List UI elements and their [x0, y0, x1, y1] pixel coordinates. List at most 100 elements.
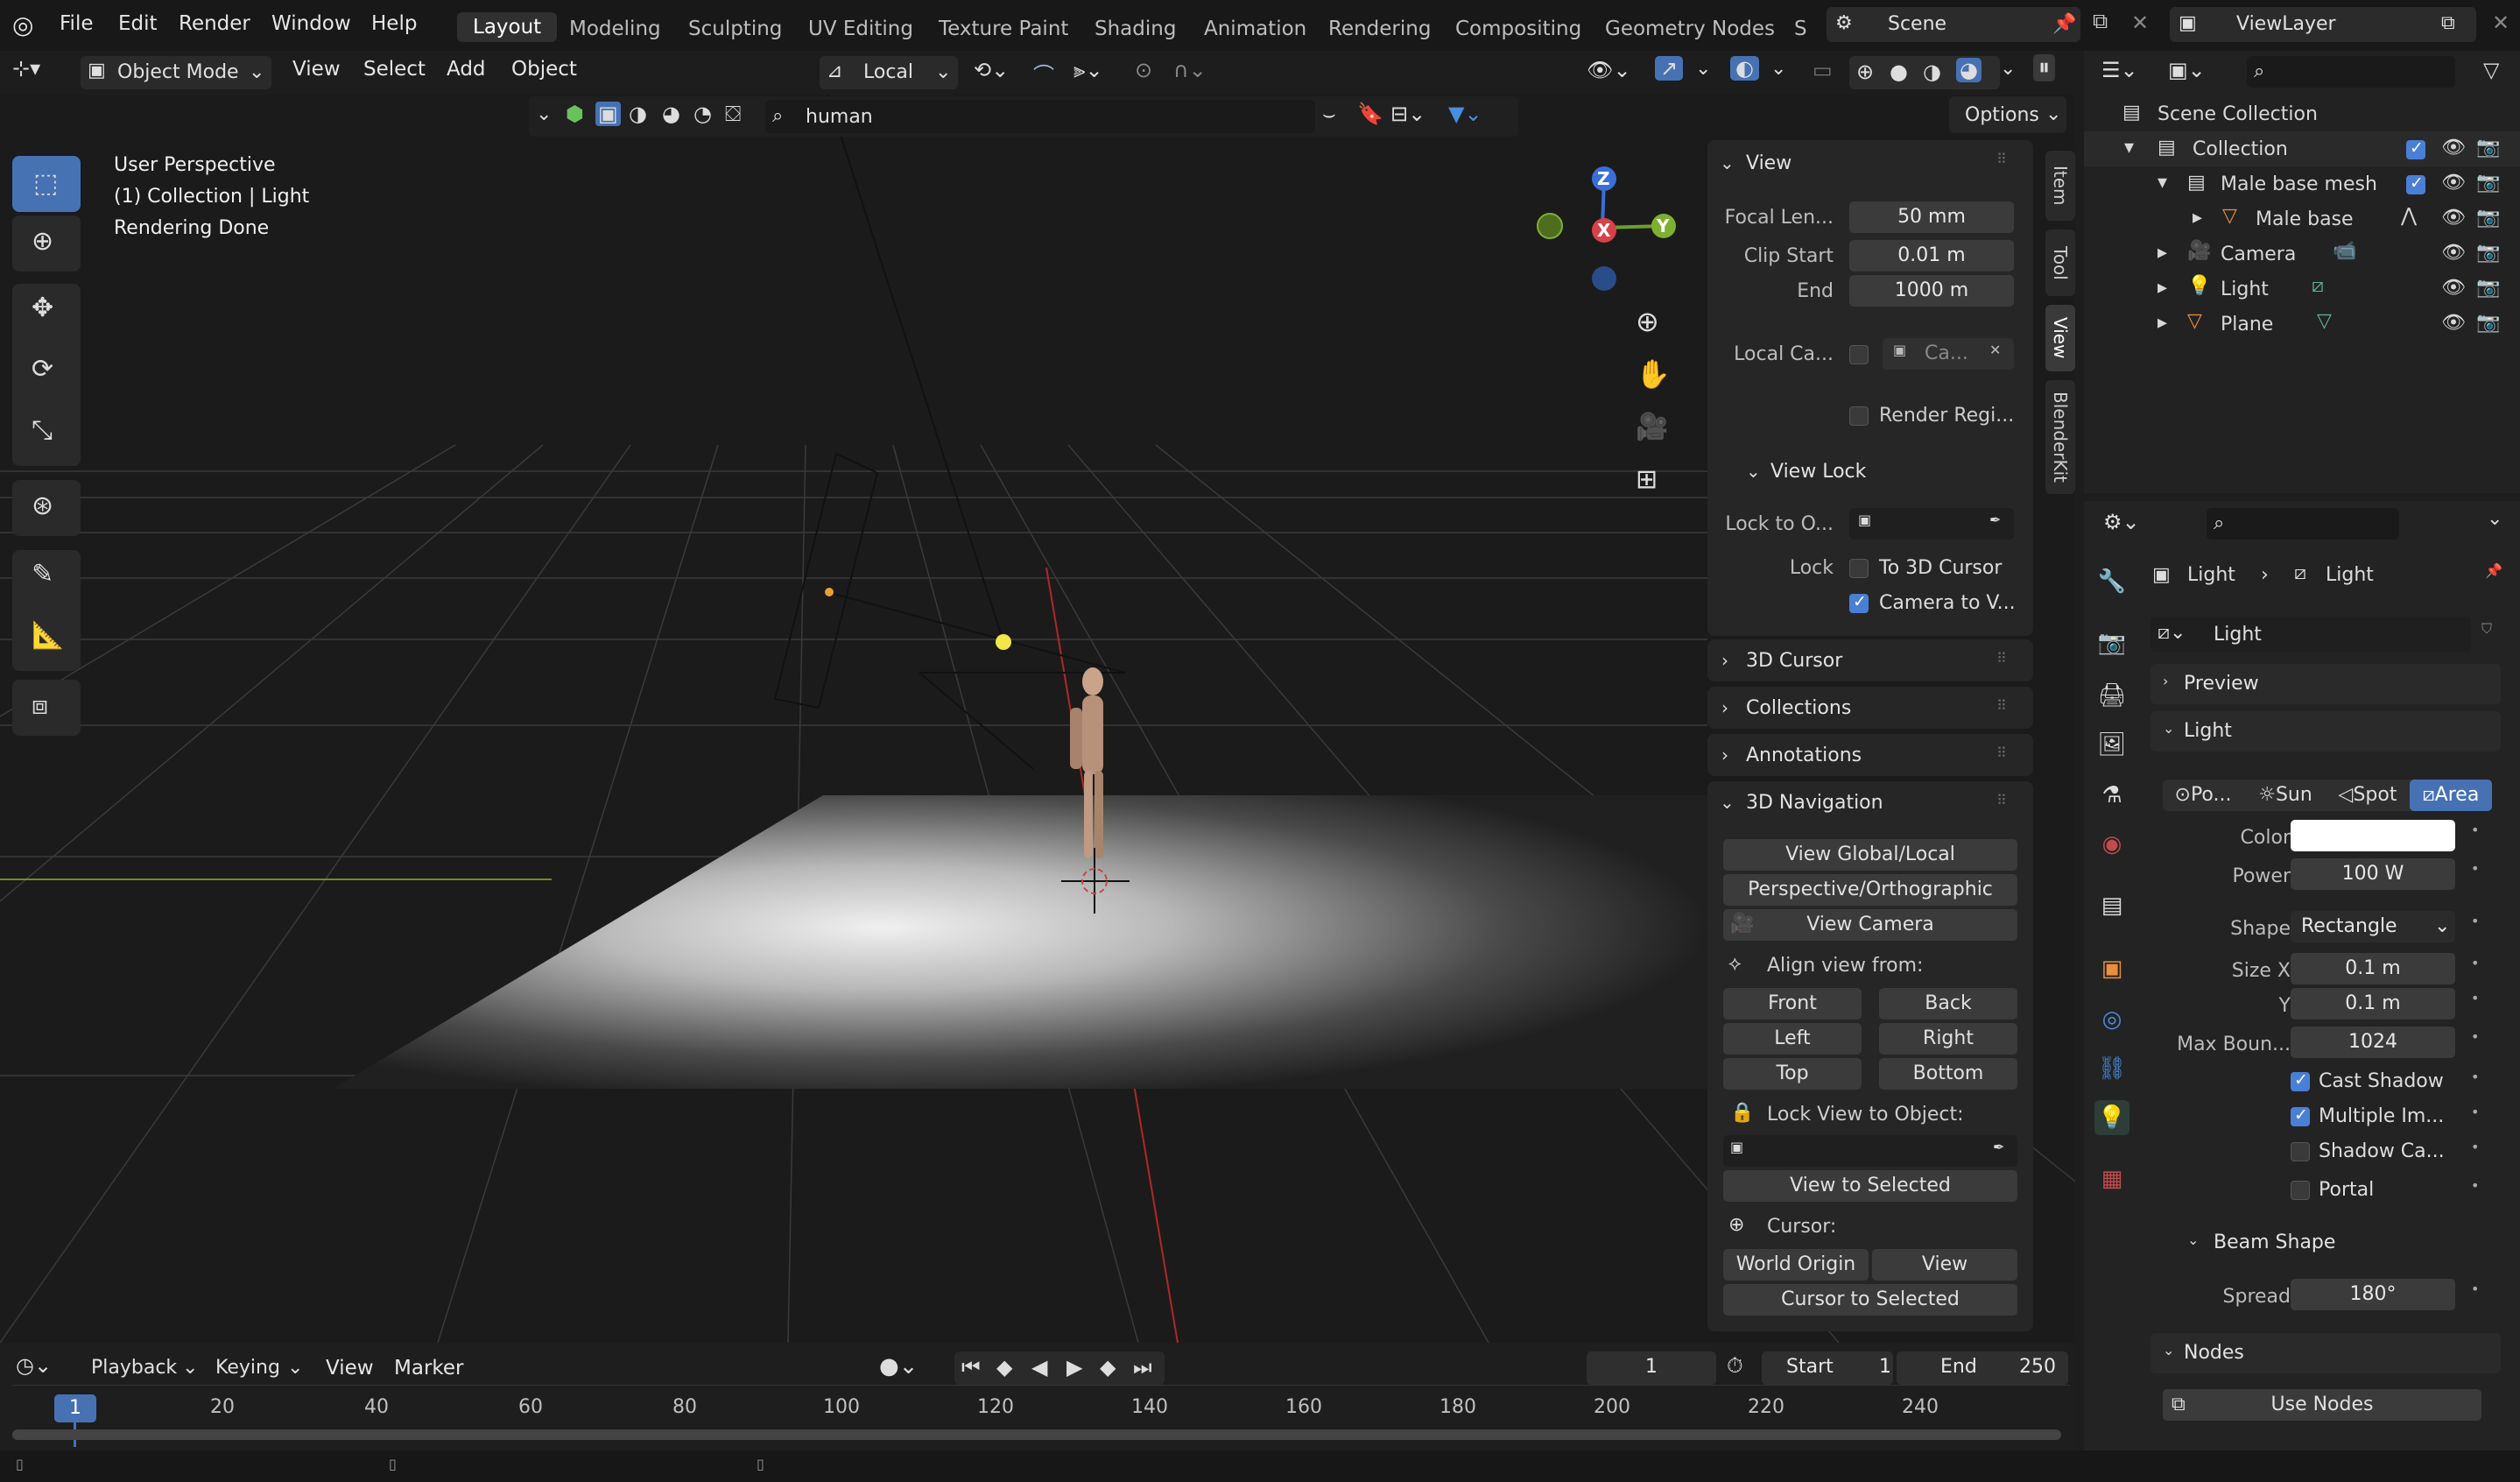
spread-field[interactable]: 180°: [2291, 1279, 2455, 1310]
light-type-sun[interactable]: ☼Sun: [2245, 780, 2326, 811]
render-camera-icon[interactable]: 📷: [2476, 277, 2500, 299]
cast-shadow-checkbox[interactable]: [2291, 1070, 2310, 1091]
keyframe-dot-icon[interactable]: •: [2471, 1281, 2479, 1297]
tab-geometry-nodes[interactable]: Geometry Nodes: [1605, 18, 1775, 40]
tab-more[interactable]: S: [1794, 18, 1807, 40]
prev-keyframe-icon[interactable]: ◆: [996, 1355, 1012, 1380]
clip-start-field[interactable]: 0.01 m: [1849, 240, 2014, 272]
cursor-to-selected-button[interactable]: Cursor to Selected: [1723, 1284, 2017, 1316]
shadow-caustics-checkbox[interactable]: [2291, 1142, 2310, 1161]
chevron-down-icon[interactable]: ▾: [2124, 137, 2134, 159]
new-viewlayer-icon[interactable]: ⧉: [2441, 12, 2455, 34]
properties-search-input[interactable]: ⌕: [2207, 508, 2399, 540]
pin-icon[interactable]: 📌: [2485, 562, 2502, 579]
local-camera-checkbox[interactable]: [1849, 345, 1869, 364]
eyedropper-icon[interactable]: ✒: [1989, 512, 2001, 528]
perspective-ortho-button[interactable]: Perspective/Orthographic: [1723, 874, 2017, 906]
render-camera-icon[interactable]: 📷: [2476, 312, 2500, 334]
delete-scene-icon[interactable]: ✕: [2131, 11, 2149, 35]
render-filter-icon[interactable]: ◔: [693, 102, 712, 126]
chevron-down-icon[interactable]: ⌄: [2187, 1231, 2199, 1248]
power-field[interactable]: 100 W: [2291, 858, 2455, 890]
jump-start-icon[interactable]: ⏮: [961, 1355, 981, 1380]
cursor-tool[interactable]: ⊕: [12, 215, 81, 272]
render-properties-icon[interactable]: 📷: [2094, 625, 2129, 660]
texture-properties-icon[interactable]: ▦: [2094, 1161, 2129, 1196]
filter-icon[interactable]: ▽: [2483, 58, 2499, 82]
move-icon[interactable]: ✥: [32, 293, 53, 323]
chevron-down-icon[interactable]: ▾: [2157, 172, 2167, 194]
scene-selector[interactable]: ⚙ Scene 📌: [1827, 7, 2080, 42]
render-camera-icon[interactable]: 📷: [2476, 207, 2500, 229]
filter-icon[interactable]: ▼⌄: [1448, 102, 1482, 126]
eye-icon[interactable]: 👁: [2441, 137, 2466, 159]
object-properties-icon[interactable]: ▣: [2094, 951, 2129, 986]
timeline-menu-marker[interactable]: Marker: [394, 1357, 464, 1380]
wireframe-shading-icon[interactable]: ⊕: [1856, 60, 1874, 84]
properties-editor-icon[interactable]: ⚙⌄: [2103, 510, 2140, 534]
select-box-tool[interactable]: ⬚: [12, 156, 81, 212]
tab-shading[interactable]: Shading: [1095, 18, 1176, 40]
tab-rendering[interactable]: Rendering: [1328, 18, 1431, 40]
shading-filter-icon[interactable]: ◑: [629, 102, 647, 126]
render-camera-icon[interactable]: 📷: [2476, 137, 2500, 159]
pan-hand-icon[interactable]: ✋: [1636, 357, 1671, 391]
world-properties-icon[interactable]: ◉: [2094, 827, 2129, 862]
grid-ortho-icon[interactable]: ⊞: [1636, 464, 1658, 495]
tab-texture-paint[interactable]: Texture Paint: [939, 18, 1068, 40]
bookmark-icon[interactable]: 🔖: [1357, 102, 1383, 126]
material-shading-icon[interactable]: ◑: [1923, 60, 1941, 84]
fake-user-shield-icon[interactable]: ⛉: [2481, 620, 2492, 638]
portal-checkbox[interactable]: [2291, 1181, 2310, 1200]
drag-handle-icon[interactable]: ⠿: [1996, 745, 2007, 761]
camera-view-icon[interactable]: 🎥: [1636, 412, 1668, 442]
close-icon[interactable]: ✕: [1989, 342, 2001, 358]
chevron-right-icon[interactable]: ▸: [2193, 207, 2202, 229]
tab-item[interactable]: Item: [2045, 151, 2075, 221]
mode-selector[interactable]: ▣ Object Mode ⌄: [81, 56, 271, 89]
gizmo-toggle-icon[interactable]: ↗: [1655, 56, 1684, 81]
timeline-menu-view[interactable]: View: [326, 1357, 374, 1380]
start-frame-field[interactable]: Start 1: [1762, 1351, 1893, 1385]
tab-blenderkit[interactable]: BlenderKit: [2045, 380, 2075, 494]
tab-modeling[interactable]: Modeling: [569, 18, 661, 40]
select-mode-icon[interactable]: ▣: [595, 102, 621, 126]
light-target-handle[interactable]: [996, 634, 1011, 650]
focal-length-field[interactable]: 50 mm: [1849, 201, 2014, 233]
light-type-area[interactable]: ⧄Area: [2410, 780, 2492, 811]
chevron-right-icon[interactable]: ▸: [2157, 277, 2167, 299]
3d-navigation-title[interactable]: 3D Navigation: [1746, 792, 1883, 814]
timeline-scrollbar[interactable]: [12, 1429, 2061, 1440]
chevron-down-icon[interactable]: ⌄: [2000, 58, 2016, 80]
layout-icon[interactable]: ⊟⌄: [1390, 102, 1425, 126]
to-3d-cursor-checkbox[interactable]: [1849, 559, 1869, 578]
record-icon[interactable]: ●⌄: [879, 1353, 918, 1380]
play-icon[interactable]: ▶: [1066, 1355, 1082, 1380]
keyframe-dot-icon[interactable]: •: [2471, 955, 2479, 971]
tab-view[interactable]: View: [2045, 305, 2075, 371]
exclude-checkbox[interactable]: [2406, 138, 2425, 159]
object-type-icon[interactable]: ⬢: [566, 102, 584, 126]
falloff-icon[interactable]: ∩⌄: [1173, 58, 1207, 82]
drag-handle-icon[interactable]: ⠿: [1996, 650, 2007, 667]
end-frame-field[interactable]: End 250: [1897, 1351, 2068, 1385]
view-lock-title[interactable]: View Lock: [1770, 461, 1866, 483]
color-swatch[interactable]: [2291, 820, 2455, 851]
new-scene-icon[interactable]: ⧉: [2093, 9, 2108, 33]
vp-menu-select[interactable]: Select: [363, 58, 426, 81]
outliner-collection[interactable]: ▾ ▤ Collection 👁 📷: [2084, 131, 2520, 166]
constraints-properties-icon[interactable]: ⛓: [2094, 1051, 2129, 1086]
beam-shape-title[interactable]: Beam Shape: [2214, 1231, 2335, 1253]
light-section-header[interactable]: ⌄ Light: [2150, 711, 2501, 752]
collections-section[interactable]: › Collections ⠿: [1707, 687, 2033, 729]
eyedropper-icon[interactable]: ✒: [1993, 1139, 2004, 1155]
drag-handle-icon[interactable]: ⠿: [1996, 792, 2007, 808]
overlay-toggle-icon[interactable]: ◐: [1730, 56, 1759, 81]
delete-viewlayer-icon[interactable]: ✕: [2492, 11, 2509, 35]
cursor-view-button[interactable]: View: [1872, 1249, 2017, 1281]
physics-properties-icon[interactable]: ◎: [2094, 1002, 2129, 1037]
light-type-spot[interactable]: ◁Spot: [2327, 780, 2408, 811]
keyframe-dot-icon[interactable]: •: [2471, 1139, 2479, 1155]
size-y-field[interactable]: 0.1 m: [2291, 988, 2455, 1020]
outliner-item-plane[interactable]: ▸ ▽ Plane ▽ 👁 📷: [2084, 307, 2520, 342]
